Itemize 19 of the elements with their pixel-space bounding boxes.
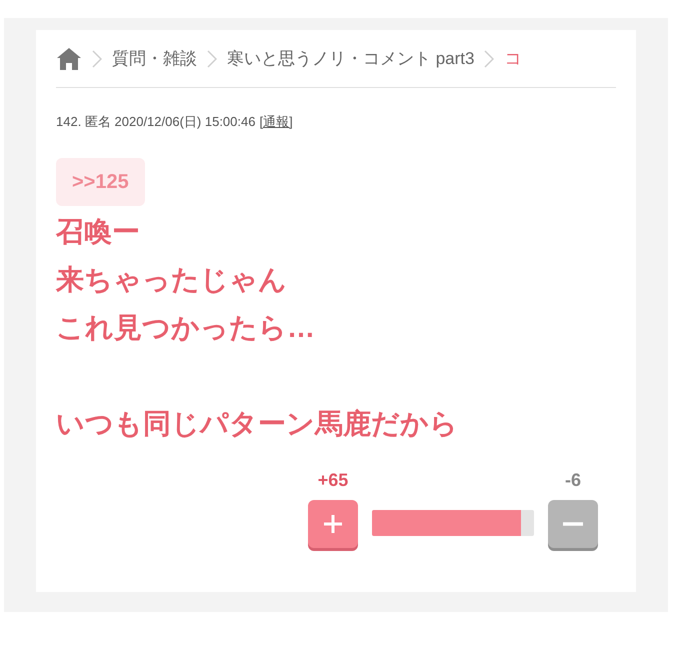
upvote-button[interactable] [308, 500, 358, 548]
comment-line: 召喚ー [56, 214, 140, 248]
breadcrumb-link[interactable]: コ [504, 46, 522, 72]
home-icon[interactable] [56, 46, 82, 70]
comment-line: これ見つかったら… [56, 310, 315, 344]
upvote-count: +65 [318, 468, 348, 492]
minus-icon [562, 520, 584, 526]
report-link[interactable]: [通報] [259, 112, 293, 132]
comment-line: 来ちゃったじゃん [56, 262, 287, 296]
plus-icon [323, 514, 343, 534]
breadcrumb-link[interactable]: 寒いと思うノリ・コメント part3 [227, 46, 474, 72]
downvote-button[interactable] [548, 500, 598, 548]
breadcrumb-link[interactable]: 質問・雑談 [112, 46, 197, 72]
chevron-icon [484, 50, 494, 68]
chevron-icon [92, 50, 102, 68]
chevron-icon [207, 50, 217, 68]
comment-line: いつも同じパターン馬鹿だから [56, 406, 458, 440]
downvote-count: -6 [564, 468, 581, 492]
post-meta: 142. 匿名 2020/12/06(日) 15:00:46 [56, 113, 256, 131]
